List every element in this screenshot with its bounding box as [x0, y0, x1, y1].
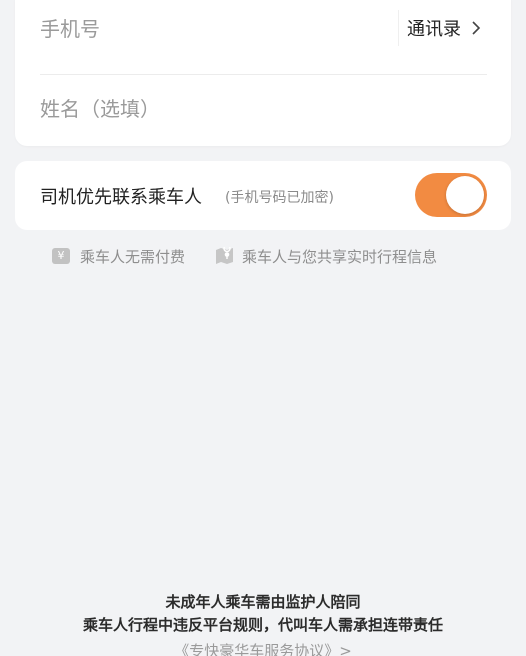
benefit-share-trip: 乘车人与您共享实时行程信息 — [215, 246, 437, 267]
passenger-form-page: 通讯录 司机优先联系乘车人 (手机号码已加密) ¥ 乘车人无需付费 乘车 — [0, 0, 526, 656]
contact-priority-card: 司机优先联系乘车人 (手机号码已加密) — [15, 161, 511, 230]
passenger-info-card: 通讯录 — [15, 0, 511, 146]
contact-priority-toggle[interactable] — [415, 173, 487, 217]
service-agreement-link[interactable]: 《专快豪华车服务协议》> — [0, 640, 526, 656]
benefit-share-trip-text: 乘车人与您共享实时行程信息 — [242, 247, 438, 266]
minor-notice: 未成年人乘车需由监护人陪同 — [165, 593, 361, 611]
name-input[interactable] — [40, 94, 480, 124]
contact-priority-label: 司机优先联系乘车人 — [40, 187, 202, 208]
contacts-label: 通讯录 — [407, 19, 461, 40]
yen-icon: ¥ — [52, 248, 70, 264]
field-divider — [40, 74, 487, 75]
benefit-no-payment: ¥ 乘车人无需付费 — [52, 246, 185, 267]
phone-row: 通讯录 — [15, 0, 511, 62]
chevron-right-icon — [472, 21, 481, 35]
passenger-benefits: ¥ 乘车人无需付费 乘车人与您共享实时行程信息 — [52, 246, 437, 266]
liability-notice: 乘车人行程中违反平台规则，代叫车人需承担连带责任 — [82, 616, 443, 634]
phone-input[interactable] — [40, 14, 380, 44]
toggle-knob — [446, 176, 484, 214]
benefit-no-payment-text: 乘车人无需付费 — [80, 247, 186, 266]
encryption-note: (手机号码已加密) — [225, 190, 334, 206]
contacts-separator — [398, 10, 399, 46]
contacts-button[interactable]: 通讯录 — [401, 10, 481, 46]
map-share-icon — [216, 247, 234, 264]
